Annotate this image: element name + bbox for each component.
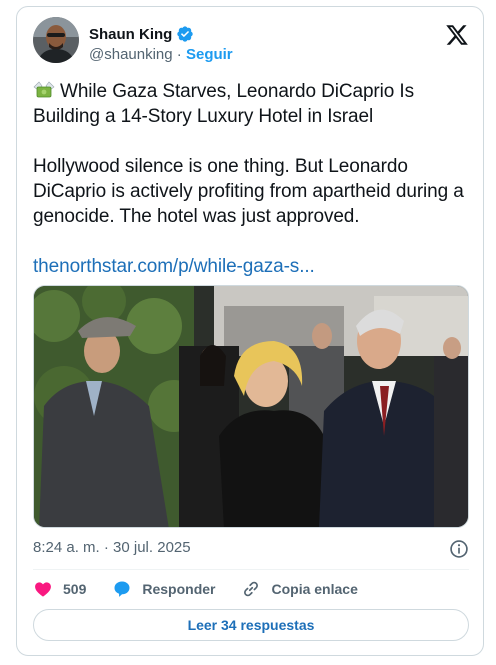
article-link[interactable]: thenorthstar.com/p/while-gaza-s... <box>33 256 315 277</box>
info-icon[interactable] <box>449 539 469 559</box>
tweet-header: Shaun King @shaunking · Seguir <box>33 17 469 67</box>
copy-link-button[interactable]: Copia enlace <box>241 579 358 599</box>
photo-image <box>34 286 468 527</box>
copy-link-label: Copia enlace <box>271 581 358 597</box>
tweet-timestamp[interactable]: 8:24 a. m. · 30 jul. 2025 <box>33 539 191 556</box>
link-icon <box>244 581 259 597</box>
name-row: Shaun King <box>89 24 233 44</box>
tweet-text: While Gaza Starves, Leonardo DiCaprio Is… <box>33 79 473 279</box>
money-with-wings-icon <box>33 81 55 98</box>
tweet-meta: 8:24 a. m. · 30 jul. 2025 <box>33 539 469 561</box>
handle-separator: · <box>172 46 186 63</box>
follow-button[interactable]: Seguir <box>186 46 233 63</box>
tweet-actions: 509 Responder Copia enlace <box>33 577 469 601</box>
tweet-headline-paragraph: While Gaza Starves, Leonardo DiCaprio Is… <box>33 79 473 129</box>
tweet-card[interactable]: Shaun King @shaunking · Seguir While Gaz… <box>16 6 484 656</box>
heart-icon <box>35 582 51 597</box>
author-info: Shaun King @shaunking · Seguir <box>89 24 233 66</box>
speech-bubble-icon <box>114 581 130 597</box>
x-logo-icon[interactable] <box>445 23 469 47</box>
author-display-name[interactable]: Shaun King <box>89 26 172 43</box>
tweet-photo[interactable] <box>33 285 469 528</box>
tweet-headline: While Gaza Starves, Leonardo DiCaprio Is… <box>33 81 414 127</box>
handle-row: @shaunking · Seguir <box>89 46 233 66</box>
tweet-link-paragraph: thenorthstar.com/p/while-gaza-s... <box>33 254 473 279</box>
reply-button[interactable]: Responder <box>112 579 215 599</box>
reply-label: Responder <box>142 581 216 597</box>
author-handle[interactable]: @shaunking <box>89 46 173 63</box>
divider <box>33 569 469 570</box>
read-replies-button[interactable]: Leer 34 respuestas <box>33 609 469 641</box>
avatar[interactable] <box>33 17 79 63</box>
likes-count: 509 <box>63 581 87 597</box>
like-button[interactable]: 509 <box>33 579 86 599</box>
verified-badge-icon <box>177 26 194 42</box>
avatar-image <box>33 17 79 63</box>
tweet-body: Hollywood silence is one thing. But Leon… <box>33 156 464 227</box>
